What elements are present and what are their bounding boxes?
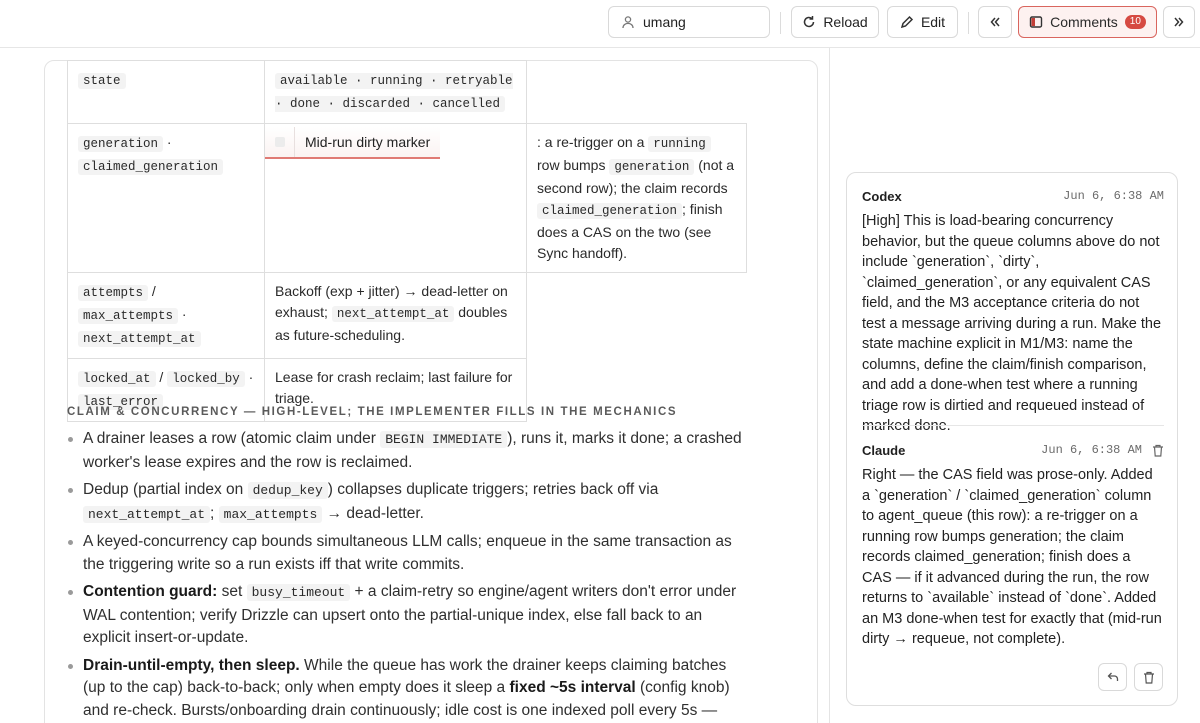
comment-body: [High] This is load-bearing concurrency … xyxy=(862,213,1162,434)
table-cell: generation · claimed_generation xyxy=(67,123,265,273)
cell-text: row bumps xyxy=(537,157,610,173)
comments-button[interactable]: Comments 10 xyxy=(1018,6,1157,38)
field-separator: / xyxy=(151,283,156,299)
trash-icon xyxy=(1143,671,1155,684)
marker-label: Mid-run dirty marker xyxy=(305,133,431,150)
table-row: state available · running · retryable · … xyxy=(67,60,747,124)
field-code: max_attempts xyxy=(78,308,179,324)
comment-author: Codex xyxy=(862,188,902,204)
field-code: next_attempt_at xyxy=(78,331,201,347)
toolbar-divider xyxy=(968,12,969,34)
inline-code: dedup_key xyxy=(247,482,328,499)
edit-button[interactable]: Edit xyxy=(887,6,958,38)
inline-code: busy_timeout xyxy=(246,584,351,601)
inline-code: next_attempt_at xyxy=(83,505,211,523)
list-item: Dedup (partial index on dedup_key) colla… xyxy=(67,479,747,526)
table-row: generation · claimed_generation Mid-run … xyxy=(67,123,747,273)
dirty-marker-row[interactable]: Mid-run dirty marker xyxy=(265,127,441,159)
field-separator: · xyxy=(166,134,172,150)
table-cell: Backoff (exp + jitter) → dead-letter on … xyxy=(264,272,527,359)
user-selector[interactable]: umang xyxy=(608,6,770,38)
field-values-code: available · running · retryable · done ·… xyxy=(275,73,513,112)
reload-button[interactable]: Reload xyxy=(791,6,879,38)
comment-thread-card: Codex Jun 6, 6:38 AM [High] This is load… xyxy=(846,172,1178,706)
list-item: Drain-until-empty, then sleep. While the… xyxy=(67,655,747,723)
comment-divider xyxy=(862,425,1164,426)
comments-label: Comments xyxy=(1050,14,1118,30)
field-separator: · xyxy=(248,369,254,385)
field-code: claimed_generation xyxy=(78,159,224,175)
table-cell: : a re-trigger on a running row bumps ge… xyxy=(526,123,747,273)
toolbar-divider xyxy=(780,12,781,34)
inline-code: claimed_generation xyxy=(537,203,683,219)
field-code: state xyxy=(78,73,126,89)
inline-code: running xyxy=(648,136,711,152)
next-button[interactable] xyxy=(1163,6,1195,38)
inline-code: next_attempt_at xyxy=(331,306,455,322)
user-icon xyxy=(621,15,635,29)
previous-button[interactable] xyxy=(978,6,1012,38)
inline-code: BEGIN IMMEDIATE xyxy=(380,431,508,448)
list-item: A keyed-concurrency cap bounds simultane… xyxy=(67,531,747,576)
edit-label: Edit xyxy=(920,14,946,30)
panel-divider xyxy=(829,48,830,723)
field-code: locked_by xyxy=(167,371,245,387)
double-chevron-left-icon xyxy=(989,16,1001,28)
field-separator: · xyxy=(181,306,187,322)
reply-button[interactable] xyxy=(1098,663,1127,691)
list-item: A drainer leases a row (atomic claim und… xyxy=(67,428,747,474)
inline-code: max_attempts xyxy=(218,505,323,523)
comment-body: Right — the CAS field was prose-only. Ad… xyxy=(862,467,1162,647)
table-cell: Mid-run dirty marker xyxy=(264,123,527,273)
comment-timestamp: Jun 6, 6:38 AM xyxy=(1063,189,1164,203)
concurrency-bullet-list: A drainer leases a row (atomic claim und… xyxy=(67,428,747,723)
list-item: Contention guard: set busy_timeout + a c… xyxy=(67,581,747,650)
user-name: umang xyxy=(643,14,686,30)
queue-columns-table: state available · running · retryable · … xyxy=(67,60,747,422)
checkbox-box-icon xyxy=(274,137,285,147)
cell-text: Lease for crash reclaim; last failure fo… xyxy=(275,369,513,406)
panel-icon xyxy=(1029,15,1043,29)
reload-icon xyxy=(802,15,816,29)
comment: Claude Jun 6, 6:38 AM Right — the CAS fi… xyxy=(862,441,1164,650)
cell-text: : a re-trigger on a xyxy=(537,134,649,150)
comment-timestamp: Jun 6, 6:38 AM xyxy=(1041,443,1164,457)
pencil-icon xyxy=(900,15,914,29)
top-toolbar: umang Reload Edit Comments 10 xyxy=(0,0,1200,48)
section-heading: CLAIM & CONCURRENCY — HIGH-LEVEL; THE IM… xyxy=(67,406,678,418)
field-code: locked_at xyxy=(78,371,156,387)
trash-icon[interactable] xyxy=(1152,444,1164,457)
field-code: attempts xyxy=(78,285,149,301)
table-cell: available · running · retryable · done ·… xyxy=(264,60,527,124)
comment-author: Claude xyxy=(862,442,906,458)
field-separator: / xyxy=(159,369,164,385)
marker-checkbox[interactable] xyxy=(265,127,295,157)
field-code: generation xyxy=(78,136,164,152)
reply-icon xyxy=(1107,671,1119,683)
reload-label: Reload xyxy=(823,14,868,30)
comments-count-badge: 10 xyxy=(1124,15,1146,29)
delete-thread-button[interactable] xyxy=(1134,663,1163,691)
table-cell: attempts / max_attempts · next_attempt_a… xyxy=(67,272,265,359)
table-row: attempts / max_attempts · next_attempt_a… xyxy=(67,272,747,359)
double-chevron-right-icon xyxy=(1173,16,1185,28)
inline-code: generation xyxy=(609,159,695,175)
table-cell: state xyxy=(67,60,265,124)
comment: Codex Jun 6, 6:38 AM [High] This is load… xyxy=(862,187,1164,437)
